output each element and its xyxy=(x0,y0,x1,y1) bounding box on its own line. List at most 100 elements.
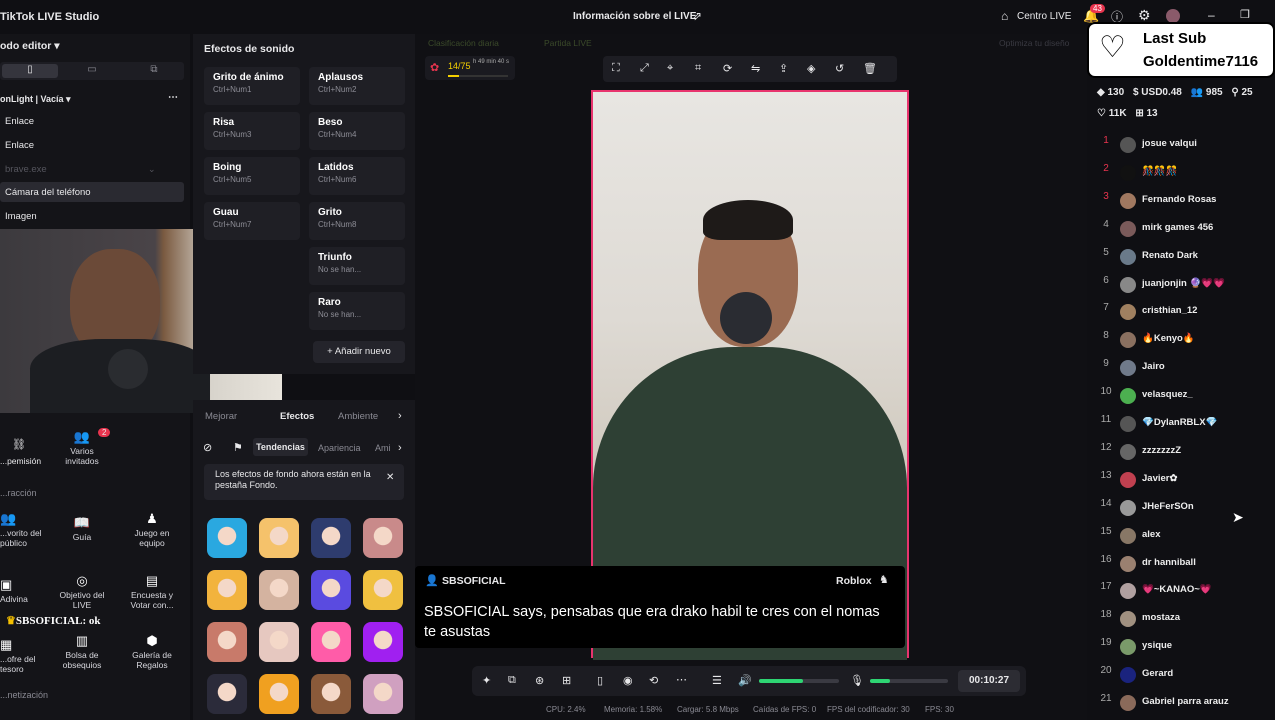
effect-thumbnail[interactable] xyxy=(363,518,403,558)
ranking-row[interactable]: 9 Jairo xyxy=(1100,358,1272,378)
favorite-audience-button[interactable]: 👥 ...vorito del público xyxy=(0,512,56,548)
ranking-row[interactable]: 17 💗~KANAO~💗 xyxy=(1100,581,1272,601)
no-effect-icon[interactable]: ⊘ xyxy=(203,441,212,454)
effect-thumbnail[interactable] xyxy=(207,674,247,714)
sound-item[interactable]: Grito Ctrl+Num8 xyxy=(309,202,405,240)
ranking-row[interactable]: 5 Renato Dark xyxy=(1100,247,1272,267)
transition-icon[interactable]: ⧉ xyxy=(508,674,516,687)
restore-icon[interactable]: ❐ xyxy=(1240,8,1250,21)
fit-icon[interactable]: ⛶ xyxy=(612,62,620,75)
tab-effects[interactable]: Efectos xyxy=(280,411,314,422)
ranking-row[interactable]: 2 🎊🎊🎊 xyxy=(1100,163,1272,183)
source-item[interactable]: Enlace xyxy=(5,140,34,151)
ranking-row[interactable]: 15 alex xyxy=(1100,526,1272,546)
ranking-row[interactable]: 6 juanjonjin 🔮💗💗 xyxy=(1100,275,1272,295)
effect-thumbnail[interactable] xyxy=(207,622,247,662)
volume-slider[interactable] xyxy=(759,679,839,683)
sound-item[interactable]: Boing Ctrl+Num5 xyxy=(204,157,300,195)
replay-icon[interactable]: ⟲ xyxy=(649,674,658,687)
source-item[interactable]: Imagen xyxy=(5,211,37,222)
ranking-row[interactable]: 10 velasquez_ xyxy=(1100,386,1272,406)
effect-thumbnail[interactable] xyxy=(259,622,299,662)
close-icon[interactable]: ✕ xyxy=(386,472,394,483)
ranking-row[interactable]: 7 cristhian_12 xyxy=(1100,302,1272,322)
poll-button[interactable]: ▤ Encuesta y Votar con... xyxy=(124,574,180,610)
ranking-row[interactable]: 11 💎DylanRBLX💎 xyxy=(1100,414,1272,434)
sound-item[interactable]: Grito de ánimo Ctrl+Num1 xyxy=(204,67,300,105)
add-scene-icon[interactable]: ⊞ xyxy=(562,674,571,687)
ranking-row[interactable]: 14 JHeFerSOn xyxy=(1100,498,1272,518)
minimize-icon[interactable]: – xyxy=(1208,8,1215,22)
source-item[interactable]: Enlace xyxy=(5,116,34,127)
gift-bag-button[interactable]: ▥ Bolsa de obsequios xyxy=(54,634,110,670)
sound-item[interactable]: Beso Ctrl+Num4 xyxy=(309,112,405,150)
effect-thumbnail[interactable] xyxy=(363,570,403,610)
sound-item[interactable]: Triunfo No se han... xyxy=(309,247,405,285)
mixer-icon[interactable]: ☰ xyxy=(712,674,722,687)
effect-thumbnail[interactable] xyxy=(259,518,299,558)
effect-thumbnail[interactable] xyxy=(311,622,351,662)
effect-thumbnail[interactable] xyxy=(259,570,299,610)
share-icon[interactable]: ⇗ xyxy=(692,9,702,23)
flip-icon[interactable]: ⇋ xyxy=(751,62,760,75)
effect-thumbnail[interactable] xyxy=(311,518,351,558)
multi-guest-button[interactable]: 👥 Varios invitados xyxy=(54,430,110,466)
microphone-icon[interactable]: 🎙 xyxy=(850,674,864,687)
effect-thumbnail[interactable] xyxy=(311,570,351,610)
sound-item[interactable]: Risa Ctrl+Num3 xyxy=(204,112,300,150)
landscape-icon[interactable]: ▭ xyxy=(64,64,120,78)
subtab-appearance[interactable]: Apariencia xyxy=(318,443,361,453)
sound-item[interactable]: Raro No se han... xyxy=(309,292,405,330)
effect-thumbnail[interactable] xyxy=(311,674,351,714)
add-sound-button[interactable]: + Añadir nuevo xyxy=(313,341,405,363)
ranking-row[interactable]: 20 Gerard xyxy=(1100,665,1272,685)
ranking-row[interactable]: 13 Javier✿ xyxy=(1100,470,1272,490)
expand-icon[interactable]: ⤢ xyxy=(640,62,649,75)
ranking-row[interactable]: 18 mostaza xyxy=(1100,609,1272,629)
portrait-icon[interactable]: ▯ xyxy=(2,64,58,78)
trash-icon[interactable]: 🗑 xyxy=(863,62,877,75)
avatar[interactable] xyxy=(1166,9,1180,23)
bookmark-icon[interactable]: ⚑ xyxy=(233,441,243,454)
record-icon[interactable]: ◉ xyxy=(623,674,633,687)
ranking-row[interactable]: 21 Gabriel parra arauz xyxy=(1100,693,1272,713)
layers-icon[interactable]: ◈ xyxy=(807,62,815,75)
tab-enhance[interactable]: Mejorar xyxy=(205,411,237,422)
speaker-icon[interactable]: 🔊 xyxy=(738,674,752,687)
tab-ambient[interactable]: Ambiente xyxy=(338,411,378,422)
treasure-button[interactable]: ▦ ...ofre del tesoro xyxy=(0,638,56,674)
guide-button[interactable]: 📖 Guía xyxy=(54,516,110,542)
subtab-trending[interactable]: Tendencias xyxy=(253,438,308,456)
ranking-row[interactable]: 12 zzzzzzzZ xyxy=(1100,442,1272,462)
sound-item[interactable]: Latidos Ctrl+Num6 xyxy=(309,157,405,195)
center-icon[interactable]: ⌖ xyxy=(667,62,673,75)
chevron-right-icon[interactable]: › xyxy=(398,442,402,454)
undo-icon[interactable]: ↺ xyxy=(835,62,844,75)
chevron-right-icon[interactable]: › xyxy=(398,410,402,422)
daily-rank-pill[interactable]: Clasificación diaria xyxy=(428,38,499,48)
ranking-row[interactable]: 16 dr hanniball xyxy=(1100,554,1272,574)
editor-mode[interactable]: odo editor ▾ xyxy=(0,40,60,52)
effect-thumbnail[interactable] xyxy=(363,674,403,714)
gift-gallery-button[interactable]: ⬢ Galería de Regalos xyxy=(124,634,180,670)
effect-thumbnail[interactable] xyxy=(259,674,299,714)
subtab-ambient[interactable]: Ami xyxy=(375,443,391,453)
crop-icon[interactable]: ⌗ xyxy=(695,62,701,75)
sound-item[interactable]: Guau Ctrl+Num7 xyxy=(204,202,300,240)
magic-icon[interactable]: ✦ xyxy=(482,674,491,687)
team-game-button[interactable]: ♟ Juego en equipo xyxy=(124,512,180,548)
ranking-row[interactable]: 3 Fernando Rosas xyxy=(1100,191,1272,211)
live-goal-button[interactable]: ◎ Objetivo del LIVE xyxy=(54,574,110,610)
phone-icon[interactable]: ▯ xyxy=(597,674,603,687)
goal-widget[interactable]: ✿ 14/75 h 49 min 40 s xyxy=(425,56,515,80)
chevron-down-icon[interactable]: ⌄ xyxy=(148,164,156,175)
ranking-row[interactable]: 8 🔥Kenyo🔥 xyxy=(1100,330,1272,350)
effect-thumbnail[interactable] xyxy=(363,622,403,662)
mic-slider[interactable] xyxy=(870,679,948,683)
more-icon[interactable]: ⋯ xyxy=(676,673,687,686)
guess-button[interactable]: ▣ Adivina xyxy=(0,578,56,604)
ranking-row[interactable]: 4 mirk games 456 xyxy=(1100,219,1272,239)
effect-thumbnail[interactable] xyxy=(207,570,247,610)
more-icon[interactable]: ⋯ xyxy=(168,92,178,103)
ranking-row[interactable]: 19 ysique xyxy=(1100,637,1272,657)
